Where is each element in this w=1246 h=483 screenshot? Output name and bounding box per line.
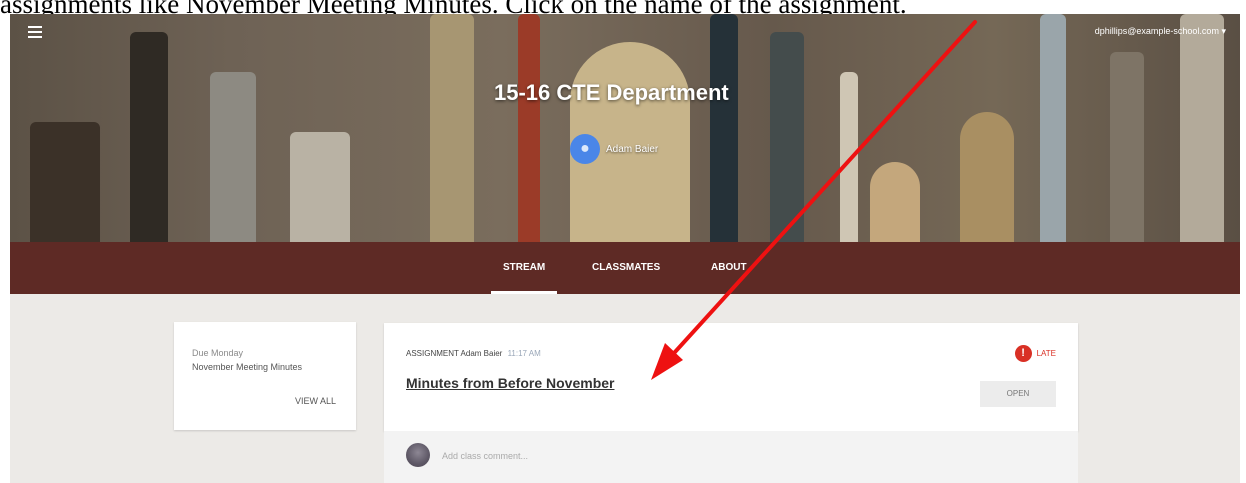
caret-down-icon: ▾ [1221,26,1226,36]
brush-decoration [518,14,540,242]
assignment-title-link[interactable]: Minutes from Before November [406,375,614,391]
hamburger-icon[interactable] [28,26,42,38]
brush-decoration [1180,14,1224,242]
post-type: ASSIGNMENT [406,349,459,358]
tab-stream[interactable]: STREAM [490,242,558,294]
class-banner: dphillips@example-school.com ▾ 15-16 CTE… [10,14,1240,242]
post-time: 11:17 AM [507,349,541,358]
brush-decoration [1110,52,1144,242]
comment-bar [384,431,1078,483]
due-label: Due Monday [192,348,244,358]
brush-decoration [960,112,1014,242]
class-title: 15-16 CTE Department [494,80,729,105]
assignment-post: ASSIGNMENT Adam Baier 11:17 AM Minutes f… [384,323,1078,431]
brush-decoration [30,122,100,242]
account-menu[interactable]: dphillips@example-school.com ▾ [1095,26,1226,37]
alert-icon: ! [1014,345,1032,362]
brush-decoration [430,14,474,242]
upcoming-card: Due Monday November Meeting Minutes VIEW… [174,322,356,430]
teacher-info: ● Adam Baier [570,134,658,164]
brush-decoration [870,162,920,242]
brush-decoration [1040,14,1066,242]
account-email: dphillips@example-school.com [1094,26,1219,36]
comment-input[interactable] [440,446,844,466]
brush-decoration [210,72,256,242]
tab-bar: STREAM CLASSMATES ABOUT [10,242,1240,294]
classroom-screenshot: dphillips@example-school.com ▾ 15-16 CTE… [10,14,1240,483]
brush-decoration [770,32,804,242]
late-label: LATE [1036,349,1056,358]
brush-decoration [840,72,858,242]
tab-classmates[interactable]: CLASSMATES [592,242,660,294]
tab-about[interactable]: ABOUT [711,242,747,294]
brush-decoration [710,14,738,242]
brush-decoration [130,32,168,242]
late-badge: ! LATE [1014,345,1056,362]
teacher-name: Adam Baier [606,143,659,155]
view-all-link[interactable]: VIEW ALL [295,396,336,406]
user-avatar [406,443,430,467]
brush-decoration [290,132,350,242]
teacher-avatar: ● [570,134,600,164]
due-item[interactable]: November Meeting Minutes [192,362,302,372]
open-button[interactable]: OPEN [980,381,1056,407]
post-author: Adam Baier [460,349,503,358]
post-meta: ASSIGNMENT Adam Baier 11:17 AM [406,349,541,358]
